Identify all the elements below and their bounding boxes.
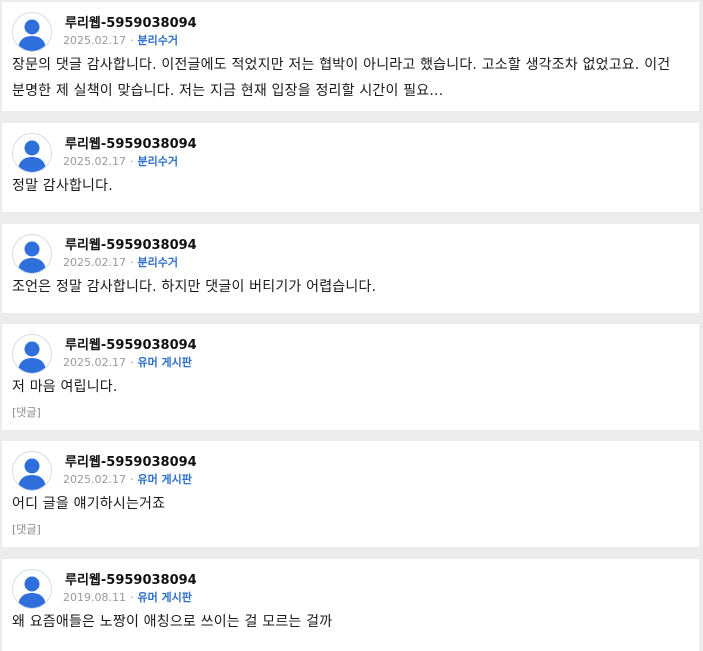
avatar[interactable] xyxy=(12,12,52,52)
post-date: 2025.02.17 xyxy=(63,356,126,369)
post-meta: 2025.02.17 · 분리수거 xyxy=(63,32,178,48)
user-avatar-icon xyxy=(18,19,46,51)
user-avatar-icon xyxy=(18,241,46,273)
comment-text: 장문의 댓글 감사합니다. 이전글에도 적었지만 저는 협박이 아니라고 했습니… xyxy=(12,57,671,99)
comment-card: 루리웹-5959038094 2019.08.11 · 유머 게시판 왜 요즘애들은… xyxy=(2,559,699,651)
post-date: 2025.02.17 xyxy=(63,473,126,486)
board-link[interactable]: 유머 게시판 xyxy=(137,473,191,486)
avatar[interactable] xyxy=(12,234,52,274)
username[interactable]: 루리웹-5959038094 xyxy=(65,133,197,152)
post-meta: 2019.08.11 · 유머 게시판 xyxy=(63,589,192,605)
avatar[interactable] xyxy=(12,569,52,609)
username[interactable]: 루리웹-5959038094 xyxy=(65,569,197,588)
comment-text: 왜 요즘애들은 노짱이 애칭으로 쓰이는 걸 모르는 걸까 xyxy=(12,614,333,630)
avatar[interactable] xyxy=(12,451,52,491)
meta-separator: · xyxy=(129,155,134,168)
board-link[interactable]: 유머 게시판 xyxy=(137,356,191,369)
meta-separator: · xyxy=(129,356,134,369)
board-link[interactable]: 분리수거 xyxy=(137,155,177,168)
comment-card: 루리웹-5959038094 2025.02.17 · 유머 게시판 저 마음 여립… xyxy=(2,324,699,430)
board-link[interactable]: 유머 게시판 xyxy=(137,591,191,604)
user-avatar-icon xyxy=(18,341,46,373)
comment-text: 저 마음 여립니다. xyxy=(12,379,118,395)
post-date: 2019.08.11 xyxy=(63,591,126,604)
meta-separator: · xyxy=(129,591,134,604)
meta-separator: · xyxy=(129,34,134,47)
comment-text: 조언은 정말 감사합니다. 하지만 댓글이 버티기가 어렵습니다. xyxy=(12,279,377,295)
meta-separator: · xyxy=(129,256,134,269)
comment-tag[interactable]: [댓글] xyxy=(12,404,41,420)
post-meta: 2025.02.17 · 분리수거 xyxy=(63,254,178,270)
avatar[interactable] xyxy=(12,334,52,374)
username[interactable]: 루리웹-5959038094 xyxy=(65,334,197,353)
username[interactable]: 루리웹-5959038094 xyxy=(65,451,197,470)
board-link[interactable]: 분리수거 xyxy=(137,34,177,47)
post-date: 2025.02.17 xyxy=(63,155,126,168)
username[interactable]: 루리웹-5959038094 xyxy=(65,12,197,31)
post-date: 2025.02.17 xyxy=(63,34,126,47)
comment-text: 정말 감사합니다. xyxy=(12,178,113,194)
post-meta: 2025.02.17 · 유머 게시판 xyxy=(63,354,192,370)
board-link[interactable]: 분리수거 xyxy=(137,256,177,269)
comment-card: 루리웹-5959038094 2025.02.17 · 분리수거 장문의 댓글 감사… xyxy=(2,2,699,111)
comment-card: 루리웹-5959038094 2025.02.17 · 분리수거 조언은 정말 감사… xyxy=(2,224,699,313)
username[interactable]: 루리웹-5959038094 xyxy=(65,234,197,253)
comment-tag[interactable]: [댓글] xyxy=(12,521,41,537)
comment-feed: 루리웹-5959038094 2025.02.17 · 분리수거 장문의 댓글 감사… xyxy=(0,0,703,651)
meta-separator: · xyxy=(129,473,134,486)
user-avatar-icon xyxy=(18,458,46,490)
post-meta: 2025.02.17 · 유머 게시판 xyxy=(63,471,192,487)
comment-card: 루리웹-5959038094 2025.02.17 · 분리수거 정말 감사합니다. xyxy=(2,123,699,212)
avatar[interactable] xyxy=(12,133,52,173)
comment-text: 어디 글을 얘기하시는거죠 xyxy=(12,496,166,512)
post-date: 2025.02.17 xyxy=(63,256,126,269)
user-avatar-icon xyxy=(18,140,46,172)
post-meta: 2025.02.17 · 분리수거 xyxy=(63,153,178,169)
comment-card: 루리웹-5959038094 2025.02.17 · 유머 게시판 어디 글을 얘… xyxy=(2,441,699,547)
user-avatar-icon xyxy=(18,576,46,608)
